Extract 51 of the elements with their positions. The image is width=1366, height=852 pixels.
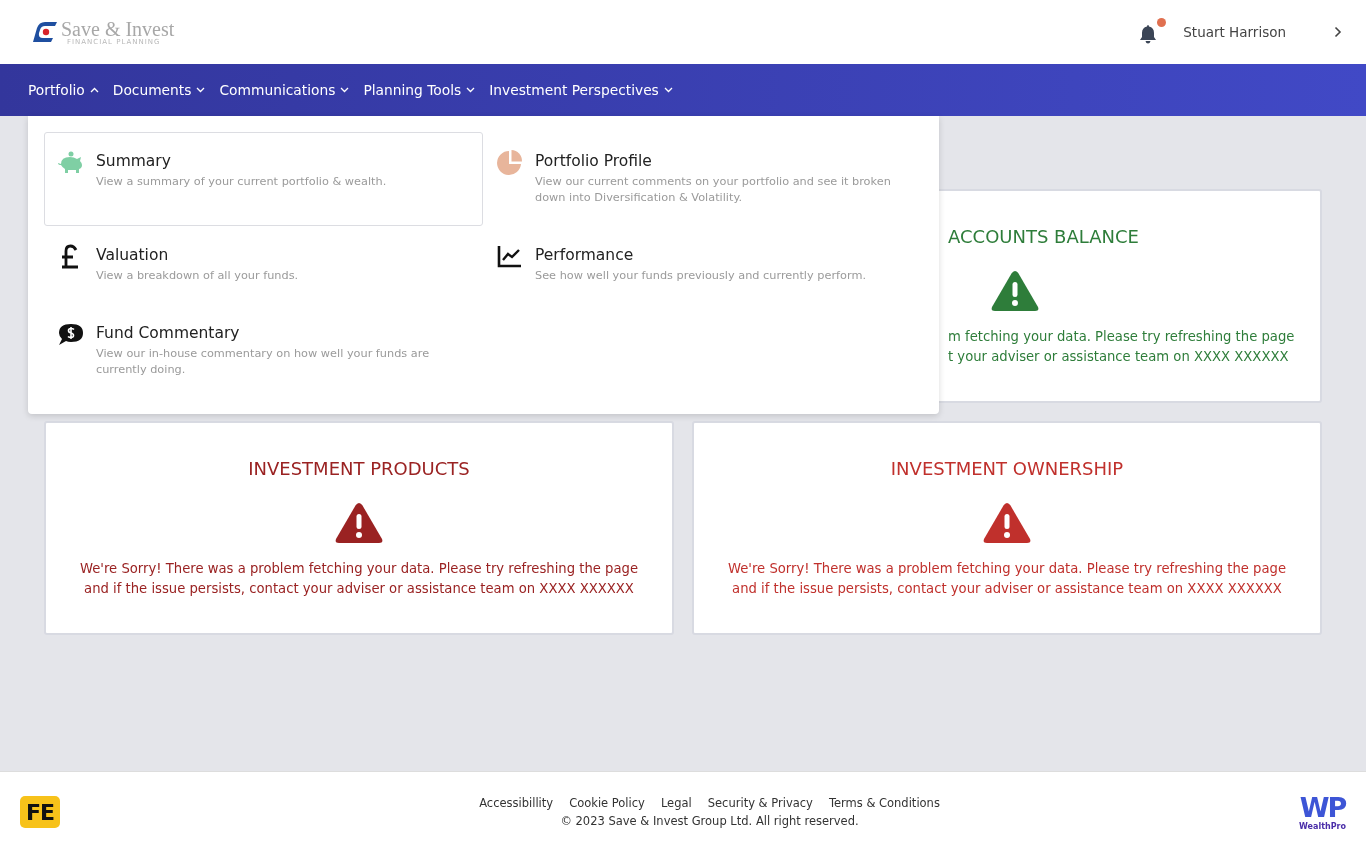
- card-title: INVESTMENT OWNERSHIP: [890, 457, 1124, 481]
- wealthpro-logo-name: WealthPro: [1299, 821, 1346, 831]
- menu-item-title: Portfolio Profile: [535, 151, 653, 172]
- menu-item[interactable]: Valuation View a breakdown of all your funds.: [44, 226, 483, 304]
- warning-icon: [990, 269, 1040, 313]
- pie-chart-icon: [496, 149, 524, 177]
- menu-item-title: Fund Commentary: [96, 323, 241, 344]
- expand-button[interactable]: [1334, 25, 1344, 39]
- menu-item[interactable]: Performance See how well your funds previously and currently perform.: [483, 226, 922, 304]
- warning-icon: [982, 501, 1032, 545]
- wealthpro-logo-mark: WP: [1299, 793, 1346, 822]
- menu-item-description: View a summary of your current portfolio & wealth.: [96, 174, 387, 190]
- chevron-down-icon: [466, 87, 476, 93]
- error-message: m fetching your data. Please try refreshing the page t your adviser or assistance team on XXXX XXXXXX: [948, 328, 1295, 366]
- logo-name: Save & Invest: [61, 19, 175, 39]
- chevron-down-icon: [340, 87, 350, 93]
- menu-item[interactable]: Fund Commentary View our in-house commentary on how well your funds are currently doing.: [44, 304, 483, 382]
- nav-menu-item[interactable]: Documents: [112, 75, 206, 105]
- bell-icon: [1139, 24, 1158, 44]
- menu-item-description: View a breakdown of all your funds.: [96, 268, 299, 284]
- error-message: We're Sorry! There was a problem fetching your data. Please try refreshing the page and if the issue persists, contact your adviser or assistance team on XXXX XXXXXX: [79, 560, 638, 598]
- footer-link[interactable]: Terms & Conditions: [828, 796, 940, 810]
- nav-menu-item[interactable]: Investment Perspectives: [489, 75, 673, 105]
- chevron-right-icon: [1334, 26, 1342, 38]
- chevron-up-icon: [89, 87, 99, 93]
- menu-item-description: View our current comments on your portfolio and see it broken down into Diversification & Volatility.: [535, 174, 892, 206]
- footer-link[interactable]: Security & Privacy: [707, 796, 813, 810]
- notifications-button[interactable]: [1138, 18, 1167, 46]
- nav-menu-item[interactable]: Portfolio: [28, 75, 99, 105]
- menu-item-description: View our in-house commentary on how well your funds are currently doing.: [96, 346, 431, 378]
- logo-icon: [31, 21, 59, 43]
- chevron-down-icon: [663, 87, 673, 93]
- footer-link[interactable]: Legal: [660, 796, 692, 810]
- menu-item[interactable]: Portfolio Profile View our current comments on your portfolio and see it broken down into Diversification & Volatility.: [483, 132, 922, 226]
- menu-item-title: Valuation: [96, 245, 170, 266]
- copyright-text: © 2023 Save & Invest Group Ltd. All right reserved.: [560, 814, 859, 828]
- footer-link[interactable]: Cookie Policy: [569, 796, 645, 810]
- nav-menu-item[interactable]: Communications: [219, 75, 350, 105]
- fe-logo: FE: [20, 796, 60, 828]
- error-message: We're Sorry! There was a problem fetching your data. Please try refreshing the page and if the issue persists, contact your adviser or assistance team on XXXX XXXXXX: [727, 560, 1286, 598]
- warning-icon: [334, 501, 384, 545]
- user-name[interactable]: Stuart Harrison: [1183, 24, 1286, 40]
- card-title: INVESTMENT PRODUCTS: [248, 457, 470, 481]
- card-title: ACCOUNTS BALANCE: [948, 225, 1139, 249]
- menu-item-title: Summary: [96, 151, 172, 172]
- menu-item-title: Performance: [535, 245, 635, 266]
- menu-item[interactable]: Summary View a summary of your current portfolio & wealth.: [44, 132, 483, 226]
- chevron-down-icon: [196, 87, 206, 93]
- menu-item-description: See how well your funds previously and currently perform.: [535, 268, 866, 284]
- nav-menu-item[interactable]: Planning Tools: [363, 75, 476, 105]
- footer-link[interactable]: Accessibillity: [479, 796, 554, 810]
